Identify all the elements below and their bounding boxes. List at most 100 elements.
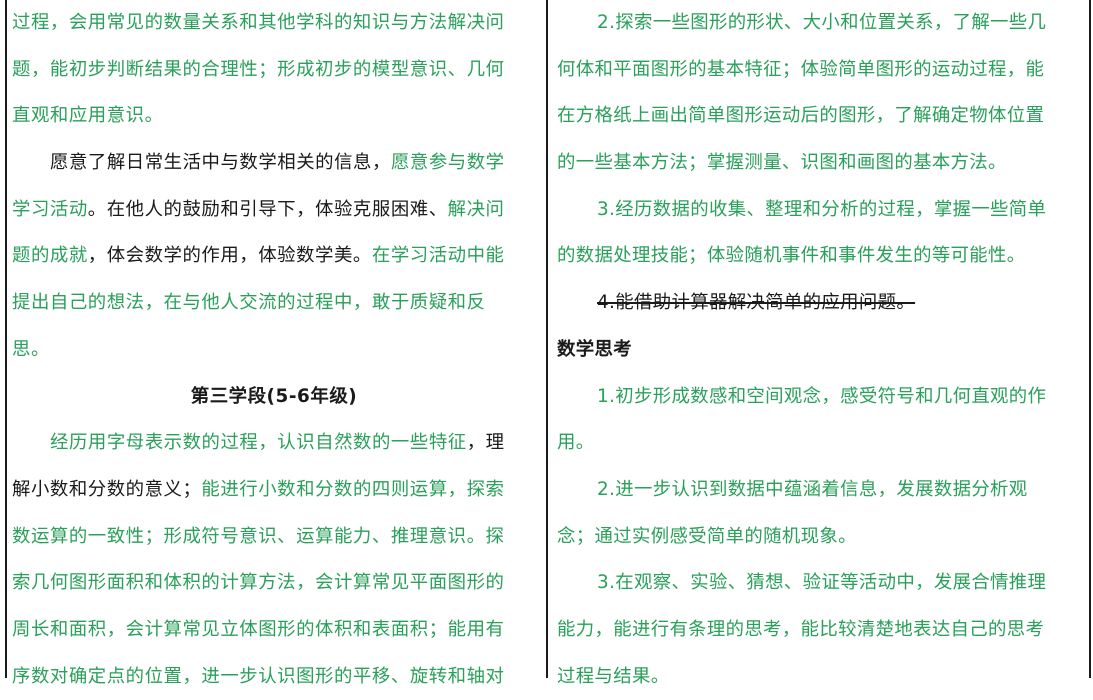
text-line: 解小数和分数的意义；能进行小数和分数的四则运算，探索	[12, 467, 536, 514]
text-run: 题的成就	[12, 245, 88, 267]
text-line: 索几何图形面积和体积的计算方法，会计算常见平面图形的	[12, 560, 536, 607]
text-line: 的一些基本方法；掌握测量、识图和画图的基本方法。	[557, 140, 1081, 187]
text-run: ，理	[466, 432, 505, 454]
text-line: 思。	[12, 327, 536, 374]
text-run-group: 念；通过实例感受简单的随机现象。	[557, 526, 857, 547]
text-line: 直观和应用意识。	[12, 93, 536, 140]
text-run-group: 在方格纸上画出简单图形运动后的图形，了解确定物体位置	[557, 105, 1044, 126]
text-line: 念；通过实例感受简单的随机现象。	[557, 514, 1081, 561]
text-line: 题的成就，体会数学的作用，体验数学美。在学习活动中能	[12, 233, 536, 280]
text-line: 过程，会用常见的数量关系和其他学科的知识与方法解决问	[12, 0, 536, 47]
text-run: 的数据处理技能；体验随机事件和事件发生的等可能性。	[557, 245, 1026, 267]
text-line: 提出自己的想法，在与他人交流的过程中，敢于质疑和反	[12, 280, 536, 327]
table-column-divider	[546, 0, 548, 678]
text-run: 提出自己的想法，在与他人交流的过程中，敢于质疑和反	[12, 292, 486, 314]
text-run-group: 解小数和分数的意义；能进行小数和分数的四则运算，探索	[12, 479, 504, 500]
text-run-group: 2.进一步认识到数据中蕴涵着信息，发展数据分析观	[597, 479, 1028, 500]
text-run-group: 序数对确定点的位置，进一步认识图形的平移、旋转和轴对	[12, 666, 504, 687]
text-run-group: 数学思考	[557, 339, 632, 360]
text-run: 念；通过实例感受简单的随机现象。	[557, 525, 857, 547]
text-run: 2.探索一些图形的形状、大小和位置关系，了解一些几	[597, 12, 1047, 33]
text-run: 过程，会用常见的数量关系和其他学科的知识与方法解决问	[12, 12, 505, 33]
text-line: 的数据处理技能；体验随机事件和事件发生的等可能性。	[557, 233, 1081, 280]
text-run-group: 1.初步形成数感和空间观念，感受符号和几何直观的作	[597, 386, 1046, 407]
text-line: 3.在观察、实验、猜想、验证等活动中，发展合情推理	[557, 560, 1081, 607]
text-run: 4.能借助计算器解决简单的应用问题。	[597, 292, 916, 314]
text-line: 学习活动。在他人的鼓励和引导下，体验克服困难、解决问	[12, 187, 536, 234]
text-line: 数学思考	[557, 327, 1081, 374]
text-run: 学习活动	[12, 198, 88, 220]
text-run: 能进行小数和分数的四则运算，探索	[201, 478, 505, 500]
text-run: 2.进一步认识到数据中蕴涵着信息，发展数据分析观	[597, 478, 1028, 500]
text-run: 能力，能进行有条理的思考，能比较清楚地表达自己的思考	[557, 618, 1045, 640]
text-run: 愿意了解日常生活中与数学相关的信息，	[50, 152, 391, 174]
text-run-group: 索几何图形面积和体积的计算方法，会计算常见平面图形的	[12, 572, 504, 593]
text-run-group: 过程与结果。	[557, 666, 669, 687]
text-run: 用。	[557, 432, 595, 454]
text-run: 经历用字母表示数的过程，认识自然数的一些特征	[50, 432, 467, 454]
text-line: 愿意了解日常生活中与数学相关的信息，愿意参与数学	[12, 140, 536, 187]
text-run: 过程与结果。	[557, 665, 670, 687]
document-page: 过程，会用常见的数量关系和其他学科的知识与方法解决问 题，能初步判断结果的合理性；…	[0, 0, 1093, 687]
text-run-group: 题的成就，体会数学的作用，体验数学美。在学习活动中能	[12, 245, 504, 266]
text-line: 题，能初步判断结果的合理性；形成初步的模型意识、几何	[12, 47, 536, 94]
text-run-group: 思。	[12, 339, 50, 360]
text-run: 数运算的一致性；形成符号意识、运算能力、推理意识。探	[12, 525, 505, 547]
text-run: 解小数和分数的意义；	[12, 478, 202, 500]
text-run: 1.初步形成数感和空间观念，感受符号和几何直观的作	[597, 385, 1047, 407]
text-run-group: 数运算的一致性；形成符号意识、运算能力、推理意识。探	[12, 526, 504, 547]
table-right-border	[1089, 0, 1091, 678]
text-line: 4.能借助计算器解决简单的应用问题。	[557, 280, 1081, 327]
text-line: 3.经历数据的收集、整理和分析的过程，掌握一些简单	[557, 187, 1081, 234]
text-run: 在方格纸上画出简单图形运动后的图形，了解确定物体位置	[557, 105, 1045, 127]
text-run-group: 能力，能进行有条理的思考，能比较清楚地表达自己的思考	[557, 619, 1044, 640]
text-run: 第三学段(5-6年级)	[190, 385, 358, 407]
left-column: 过程，会用常见的数量关系和其他学科的知识与方法解决问 题，能初步判断结果的合理性；…	[12, 0, 536, 700]
text-line: 第三学段(5-6年级)	[12, 374, 536, 421]
text-line: 何体和平面图形的基本特征；体验简单图形的运动过程，能	[557, 47, 1081, 94]
text-run-group: 经历用字母表示数的过程，认识自然数的一些特征，理	[50, 432, 505, 453]
text-run-group: 直观和应用意识。	[12, 105, 164, 126]
text-run-group: 过程，会用常见的数量关系和其他学科的知识与方法解决问	[12, 12, 504, 33]
text-run: 解决问	[447, 198, 505, 220]
text-run-group: 的数据处理技能；体验随机事件和事件发生的等可能性。	[557, 245, 1026, 266]
text-run: ，体会数学的作用，体验数学美。	[87, 245, 372, 267]
text-run: 序数对确定点的位置，进一步认识图形的平移、旋转和轴对	[12, 665, 505, 687]
text-run: 在学习活动中能	[371, 245, 505, 267]
text-run-group: 何体和平面图形的基本特征；体验简单图形的运动过程，能	[557, 59, 1044, 80]
text-run: 3.在观察、实验、猜想、验证等活动中，发展合情推理	[597, 572, 1047, 594]
text-line: 数运算的一致性；形成符号意识、运算能力、推理意识。探	[12, 514, 536, 561]
text-run-group: 的一些基本方法；掌握测量、识图和画图的基本方法。	[557, 152, 1007, 173]
text-run: 题，能初步判断结果的合理性；形成初步的模型意识、几何	[12, 58, 505, 80]
text-line: 经历用字母表示数的过程，认识自然数的一些特征，理	[12, 420, 536, 467]
text-run-group: 愿意了解日常生活中与数学相关的信息，愿意参与数学	[50, 152, 505, 173]
text-run-group: 2.探索一些图形的形状、大小和位置关系，了解一些几	[597, 12, 1046, 33]
text-run-group: 周长和面积，会计算常见立体图形的体积和表面积；能用有	[12, 619, 504, 640]
text-line: 周长和面积，会计算常见立体图形的体积和表面积；能用有	[12, 607, 536, 654]
text-run-group: 提出自己的想法，在与他人交流的过程中，敢于质疑和反	[12, 292, 486, 313]
text-line: 序数对确定点的位置，进一步认识图形的平移、旋转和轴对	[12, 654, 536, 700]
text-run: 的一些基本方法；掌握测量、识图和画图的基本方法。	[557, 152, 1007, 174]
text-run: 索几何图形面积和体积的计算方法，会计算常见平面图形的	[12, 572, 505, 594]
text-run: 。在他人的鼓励和引导下，体验克服困难、	[87, 198, 448, 220]
text-run: 直观和应用意识。	[12, 105, 164, 127]
text-run-group: 用。	[557, 432, 594, 453]
text-run-group: 学习活动。在他人的鼓励和引导下，体验克服困难、解决问	[12, 199, 504, 220]
text-run: 数学思考	[557, 338, 632, 360]
right-column: 2.探索一些图形的形状、大小和位置关系，了解一些几何体和平面图形的基本特征；体验…	[557, 0, 1081, 700]
text-run-group: 第三学段(5-6年级)	[191, 386, 357, 407]
text-run-group: 题，能初步判断结果的合理性；形成初步的模型意识、几何	[12, 59, 504, 80]
text-line: 在方格纸上画出简单图形运动后的图形，了解确定物体位置	[557, 93, 1081, 140]
text-run: 愿意参与数学	[390, 152, 505, 174]
text-run: 3.经历数据的收集、整理和分析的过程，掌握一些简单	[597, 198, 1047, 220]
text-run-group: 3.在观察、实验、猜想、验证等活动中，发展合情推理	[597, 572, 1046, 593]
text-line: 1.初步形成数感和空间观念，感受符号和几何直观的作	[557, 374, 1081, 421]
text-line: 用。	[557, 420, 1081, 467]
text-line: 2.进一步认识到数据中蕴涵着信息，发展数据分析观	[557, 467, 1081, 514]
text-run: 思。	[12, 338, 50, 360]
text-line: 能力，能进行有条理的思考，能比较清楚地表达自己的思考	[557, 607, 1081, 654]
text-line: 2.探索一些图形的形状、大小和位置关系，了解一些几	[557, 0, 1081, 47]
text-line: 过程与结果。	[557, 654, 1081, 700]
text-run-group: 3.经历数据的收集、整理和分析的过程，掌握一些简单	[597, 199, 1046, 220]
text-run: 周长和面积，会计算常见立体图形的体积和表面积；能用有	[12, 618, 505, 640]
